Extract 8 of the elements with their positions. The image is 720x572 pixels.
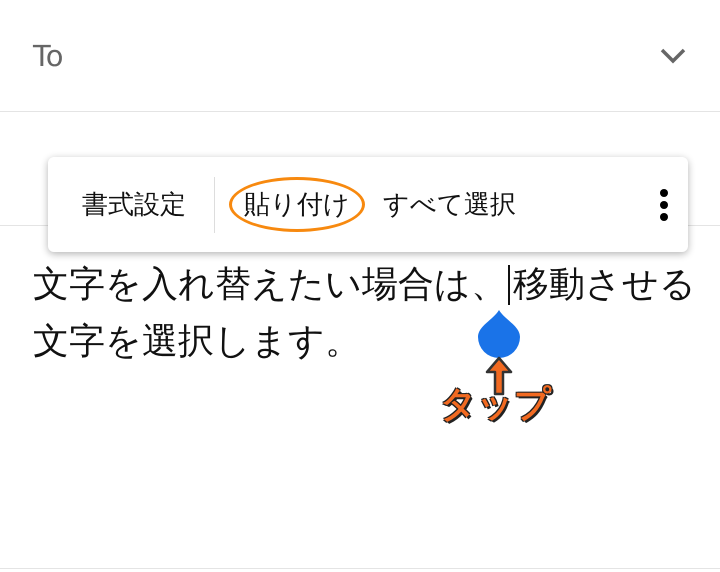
body-text: 文字を入れ替えたい場合は、 [33,263,507,307]
menu-item[interactable]: 貼り付け [229,177,365,232]
to-label: To [33,38,64,72]
menu-item[interactable]: 書式設定 [68,177,200,232]
body-text: 移動させる [513,263,696,307]
body-text: 文字を選択します。 [33,320,361,364]
menu-item[interactable]: すべて選択 [369,177,530,232]
tap-annotation: タップ [440,383,551,427]
